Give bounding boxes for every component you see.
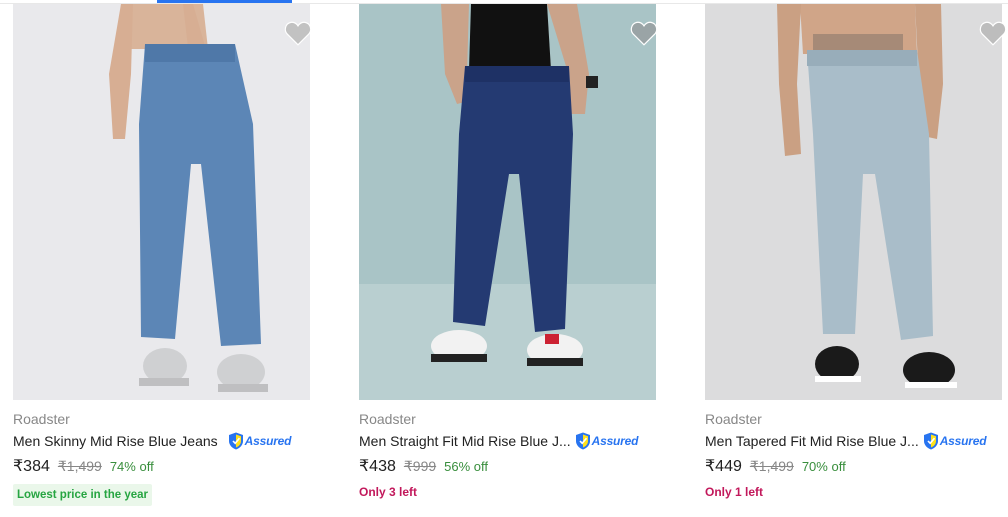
selling-price: ₹438 bbox=[359, 458, 396, 475]
assured-badge: Assured bbox=[923, 432, 987, 450]
shield-icon bbox=[923, 432, 938, 450]
product-brand: Roadster bbox=[705, 411, 762, 427]
product-image[interactable] bbox=[13, 4, 310, 400]
product-card[interactable]: Roadster Men Straight Fit Mid Rise Blue … bbox=[356, 4, 659, 517]
wishlist-heart-icon[interactable] bbox=[978, 20, 1008, 46]
product-title[interactable]: Men Straight Fit Mid Rise Blue J... bbox=[359, 433, 571, 449]
product-brand: Roadster bbox=[359, 411, 416, 427]
product-card[interactable]: Roadster Men Tapered Fit Mid Rise Blue J… bbox=[702, 4, 1007, 517]
discount-percent: 56% off bbox=[444, 459, 488, 474]
original-price: ₹999 bbox=[403, 458, 437, 474]
shield-icon bbox=[228, 432, 243, 450]
price-tag-badge: Lowest price in the year bbox=[13, 484, 153, 506]
original-price: ₹1,499 bbox=[749, 458, 794, 474]
product-brand: Roadster bbox=[13, 411, 70, 427]
product-image[interactable] bbox=[705, 4, 1002, 400]
stock-status: Only 1 left bbox=[705, 485, 764, 499]
stock-status: Only 3 left bbox=[359, 485, 418, 499]
product-title[interactable]: Men Tapered Fit Mid Rise Blue J... bbox=[705, 433, 919, 449]
product-title[interactable]: Men Skinny Mid Rise Blue Jeans bbox=[13, 433, 218, 449]
jeans-photo bbox=[13, 4, 310, 400]
product-image[interactable] bbox=[359, 4, 656, 400]
assured-label: Assured bbox=[244, 434, 292, 448]
wishlist-heart-icon[interactable] bbox=[629, 20, 659, 46]
original-price: ₹1,499 bbox=[57, 458, 102, 474]
assured-badge: Assured bbox=[228, 432, 292, 450]
jeans-photo bbox=[705, 4, 1002, 400]
jeans-photo bbox=[359, 4, 656, 400]
discount-percent: 74% off bbox=[109, 459, 154, 474]
product-card[interactable]: Roadster Men Skinny Mid Rise Blue Jeans … bbox=[10, 4, 313, 517]
assured-badge: Assured bbox=[575, 432, 639, 450]
wishlist-heart-icon[interactable] bbox=[283, 20, 313, 46]
assured-label: Assured bbox=[591, 434, 639, 448]
shield-icon bbox=[575, 432, 590, 450]
selling-price: ₹449 bbox=[705, 458, 742, 475]
selling-price: ₹384 bbox=[13, 458, 50, 475]
assured-label: Assured bbox=[939, 434, 987, 448]
discount-percent: 70% off bbox=[801, 459, 846, 474]
